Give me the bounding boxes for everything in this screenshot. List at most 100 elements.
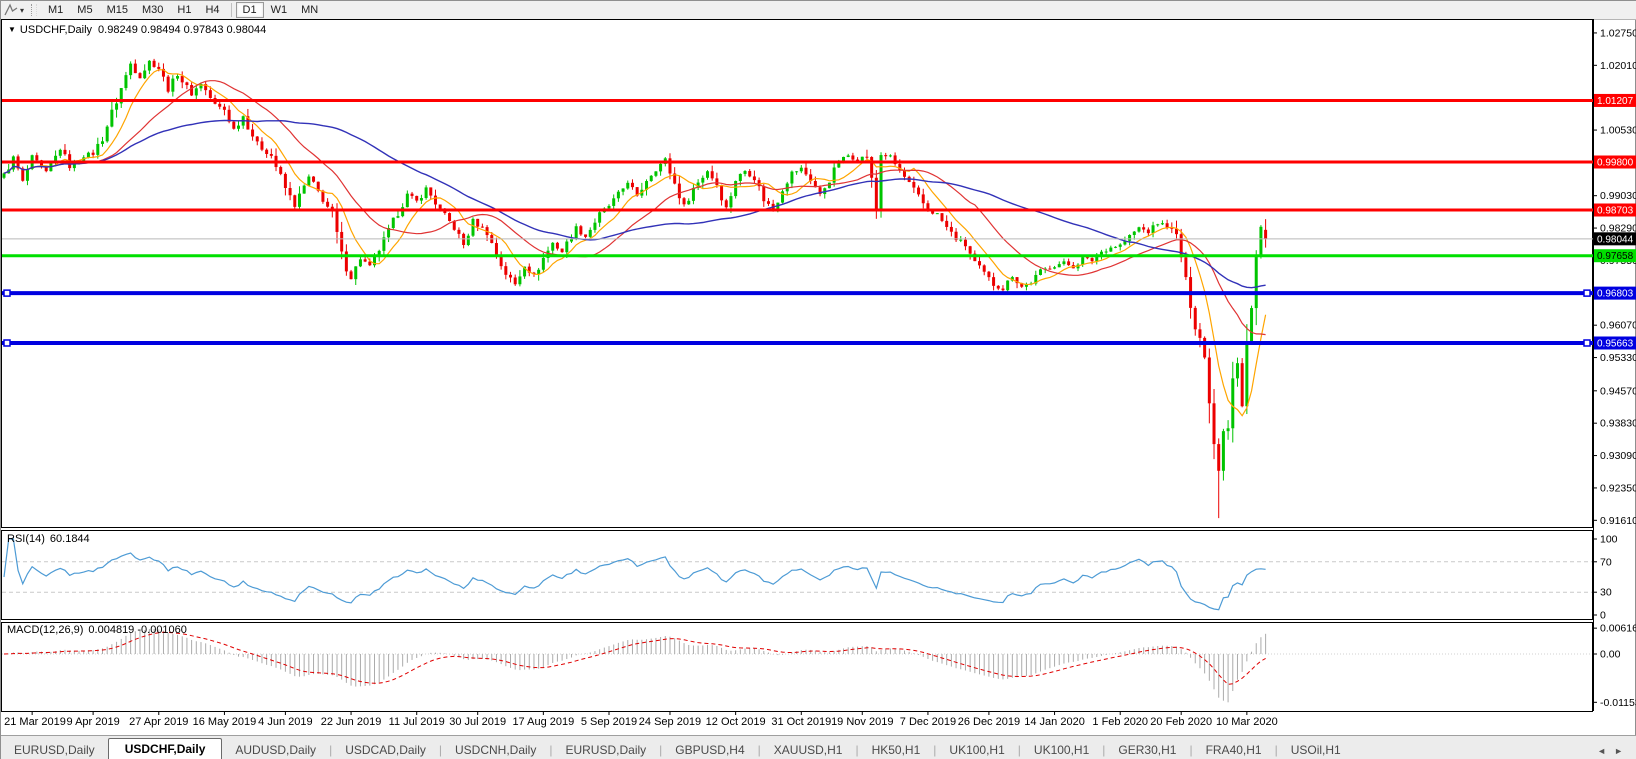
candle-body <box>963 239 967 247</box>
candle-body <box>1250 308 1254 342</box>
candle-body <box>424 187 428 199</box>
tab-GER30-H1[interactable]: GER30,H1 <box>1105 740 1189 759</box>
candle-body <box>612 198 616 206</box>
rsi-pane <box>1 530 1593 620</box>
candle-body <box>630 182 634 188</box>
line-handle[interactable] <box>1583 339 1591 347</box>
tab-XAUUSD-H1[interactable]: XAUUSD,H1 <box>761 740 856 759</box>
date-label: 20 Feb 2020 <box>1150 716 1212 728</box>
candle-body <box>138 73 142 79</box>
candle-body <box>659 163 663 172</box>
timeframe-button-MN[interactable]: MN <box>294 2 325 18</box>
candle-body <box>358 259 362 267</box>
candle-body <box>297 193 301 207</box>
tab-AUDUSD-Daily[interactable]: AUDUSD,Daily <box>222 740 329 759</box>
candle-body <box>1057 264 1061 268</box>
candle-body <box>176 76 180 79</box>
timeframe-button-M15[interactable]: M15 <box>100 2 135 18</box>
candle-body <box>504 266 508 275</box>
tab-UK100-H1[interactable]: UK100,H1 <box>936 740 1017 759</box>
timeframe-button-M5[interactable]: M5 <box>70 2 99 18</box>
candle-body <box>518 276 522 285</box>
candle-body <box>509 274 513 278</box>
tab-scroll-right-icon[interactable]: ► <box>1614 746 1631 756</box>
candle-body <box>293 195 297 207</box>
candle-body <box>921 194 925 204</box>
timeframe-button-D1[interactable]: D1 <box>235 2 264 18</box>
candle-body <box>218 103 222 107</box>
candle-body <box>429 187 433 196</box>
candle-body <box>1179 234 1183 258</box>
candle-body <box>710 171 714 179</box>
candle-body <box>91 152 95 155</box>
timeframe-button-H4[interactable]: H4 <box>198 2 226 18</box>
candle-body <box>1001 288 1005 291</box>
line-handle[interactable] <box>1583 289 1591 297</box>
candle-body <box>1151 225 1155 234</box>
date-label: 24 Sep 2019 <box>639 716 701 728</box>
rsi-tick-label: 0 <box>1600 610 1606 622</box>
candle-body <box>935 213 939 215</box>
candle-body <box>1104 251 1108 253</box>
timeframe-button-M30[interactable]: M30 <box>135 2 170 18</box>
price-tick-label: 0.94570 <box>1600 385 1636 397</box>
candle-body <box>255 136 259 142</box>
chevron-down-icon[interactable]: ▾ <box>20 6 24 15</box>
tab-USDCHF-Daily[interactable]: USDCHF,Daily <box>107 738 223 759</box>
candle-body <box>1156 224 1160 226</box>
candle-body <box>1081 257 1085 265</box>
tab-EURUSD-Daily[interactable]: EURUSD,Daily <box>552 740 659 759</box>
candle-body <box>96 143 100 155</box>
tab-scroll-arrows: ◄► <box>1597 746 1631 756</box>
line-handle[interactable] <box>3 289 11 297</box>
tab-USDCAD-Daily[interactable]: USDCAD,Daily <box>332 740 439 759</box>
candle-body <box>992 277 996 286</box>
hline-badge-label: 0.98703 <box>1597 205 1634 216</box>
candle-body <box>720 185 724 201</box>
candle-body <box>687 200 691 205</box>
tab-EURUSD-Daily[interactable]: EURUSD,Daily <box>1 740 108 759</box>
tab-GBPUSD-H4[interactable]: GBPUSD,H4 <box>662 740 757 759</box>
tab-scroll-left-icon[interactable]: ◄ <box>1597 746 1614 756</box>
candle-body <box>452 221 456 230</box>
line-handle[interactable] <box>3 339 11 347</box>
tab-USOil-H1[interactable]: USOil,H1 <box>1278 740 1354 759</box>
candle-body <box>86 152 90 158</box>
candle-body <box>110 109 114 127</box>
hline-badge-label: 1.01207 <box>1597 96 1634 107</box>
tab-USDCNH-Daily[interactable]: USDCNH,Daily <box>442 740 549 759</box>
candle-body <box>1048 268 1052 270</box>
candle-body <box>945 220 949 227</box>
candle-body <box>555 242 559 249</box>
tab-UK100-H1[interactable]: UK100,H1 <box>1021 740 1102 759</box>
date-label: 21 Mar 2019 <box>4 716 66 728</box>
collapse-triangle-icon[interactable]: ▼ <box>8 25 16 34</box>
candle-body <box>865 156 869 158</box>
candle-body <box>363 259 367 262</box>
candle-body <box>129 63 133 76</box>
toolbar-grip[interactable] <box>31 4 38 16</box>
timeframe-button-M1[interactable]: M1 <box>41 2 70 18</box>
candle-body <box>978 261 982 266</box>
timeframe-button-W1[interactable]: W1 <box>264 2 295 18</box>
candle-body <box>598 212 602 223</box>
candle-body <box>626 182 630 189</box>
tab-FRA40-H1[interactable]: FRA40,H1 <box>1193 740 1275 759</box>
tab-HK50-H1[interactable]: HK50,H1 <box>859 740 934 759</box>
candle-body <box>1090 258 1094 262</box>
candle-body <box>1142 227 1146 230</box>
candle-body <box>560 248 564 253</box>
candle-body <box>743 171 747 174</box>
candle-body <box>949 226 953 232</box>
freehand-cursor-icon[interactable] <box>3 3 19 17</box>
date-label: 27 Apr 2019 <box>129 716 188 728</box>
price-tick-label: 0.95330 <box>1600 352 1636 364</box>
candle-body <box>677 183 681 199</box>
candle-body <box>194 88 198 96</box>
timeframe-button-H1[interactable]: H1 <box>170 2 198 18</box>
price-tick-label: 0.93090 <box>1600 450 1636 462</box>
candle-body <box>1226 428 1230 432</box>
chart-canvas[interactable]: 1.027501.020101.005300.990300.982900.975… <box>1 19 1636 735</box>
candle-body <box>1203 337 1207 358</box>
date-label: 4 Jun 2019 <box>258 716 312 728</box>
